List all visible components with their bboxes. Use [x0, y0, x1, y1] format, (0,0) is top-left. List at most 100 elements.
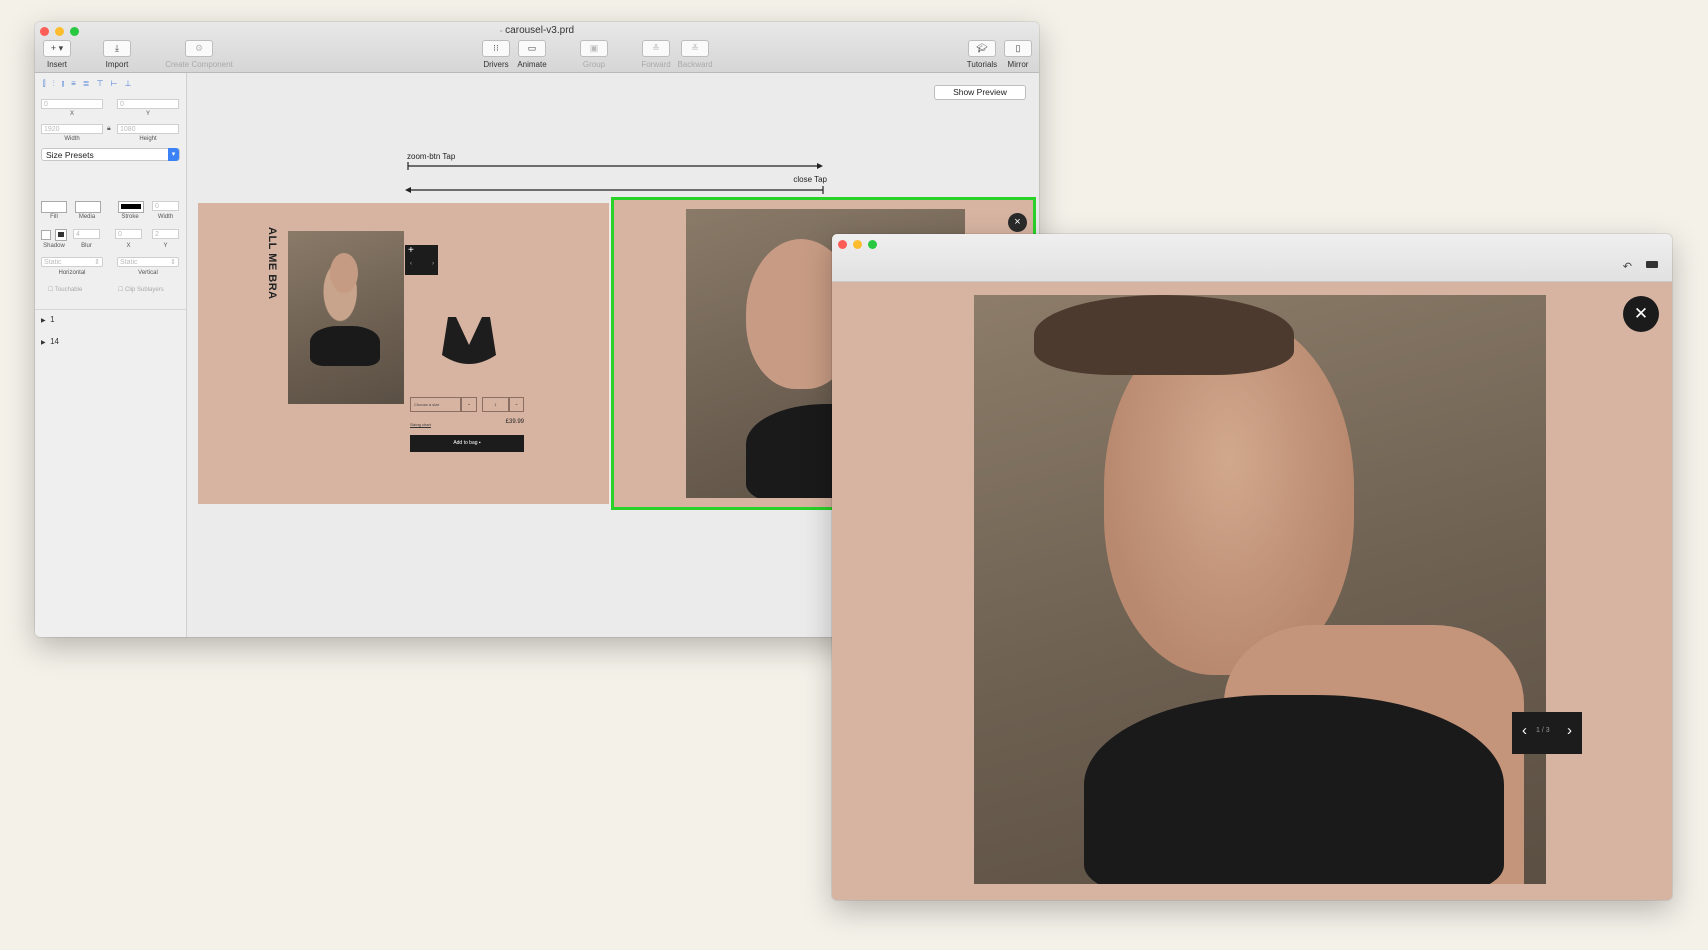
- y-field[interactable]: 0: [117, 99, 179, 109]
- align-vcenter-icon[interactable]: ⊢: [110, 79, 117, 89]
- horizontal-constraint-select[interactable]: Static ⇕: [41, 257, 103, 267]
- drivers-icon: ⁝⁝: [482, 40, 510, 57]
- price: £39.99: [505, 419, 524, 425]
- size-select[interactable]: Choose a size: [410, 397, 461, 412]
- import-icon: ⤓: [103, 40, 131, 57]
- chevron-left-icon[interactable]: ‹: [1522, 722, 1527, 739]
- clip-sublayers-checkbox[interactable]: ☐ Clip Sublayers: [118, 286, 164, 293]
- height-field[interactable]: 1080: [117, 124, 179, 134]
- x-field[interactable]: 0: [41, 99, 103, 109]
- shadow-x-field[interactable]: 0: [115, 229, 142, 239]
- preview-window: ↶ ✕ ‹ 1 / 3 ›: [832, 234, 1672, 900]
- shadow-x-label: X: [126, 243, 131, 249]
- blur-field[interactable]: 4: [73, 229, 100, 239]
- model-hair: [1034, 295, 1294, 375]
- zoom-window-button[interactable]: [868, 240, 877, 249]
- stroke-label: Stroke: [121, 214, 139, 220]
- back-transition-arrow[interactable]: [405, 185, 825, 195]
- align-toolbar: ⫿ ⫶ ⫾ ≡ ≣ ⊤ ⊢ ⊥: [43, 79, 178, 89]
- model-garment: [1084, 695, 1504, 884]
- close-button[interactable]: ✕: [1623, 296, 1659, 332]
- bag-icon: ▪: [478, 440, 481, 446]
- size-guide-link[interactable]: Sizing chart: [410, 422, 431, 427]
- title-bar: ▫ carousel-v3.prd + ▾ Insert ⤓ Import ⚙ …: [35, 22, 1039, 73]
- window-title: ▫ carousel-v3.prd: [499, 25, 575, 36]
- minimize-window-button[interactable]: [853, 240, 862, 249]
- width-field[interactable]: 1920: [41, 124, 103, 134]
- chevron-down-icon[interactable]: ⌄: [509, 397, 524, 412]
- document-icon: ▫: [499, 28, 503, 35]
- disclosure-triangle-icon[interactable]: ▶: [41, 318, 46, 324]
- lock-icon[interactable]: 🔒︎: [107, 125, 111, 133]
- product-heading: ALL ME BRA: [266, 227, 278, 300]
- artboard-product-page[interactable]: ALL ME BRA + ‹ › Choose a size ⌄ 1 ⌄ Siz…: [198, 203, 609, 504]
- animate-button[interactable]: ▭ Animate: [515, 40, 549, 69]
- stroke-swatch[interactable]: [118, 201, 144, 213]
- blur-label: Blur: [81, 243, 92, 249]
- disclosure-triangle-icon[interactable]: ▶: [41, 340, 46, 346]
- forward-button[interactable]: ≛ Forward: [639, 40, 673, 69]
- close-button[interactable]: ×: [1008, 213, 1027, 232]
- show-preview-button[interactable]: Show Preview: [934, 85, 1026, 100]
- chevron-right-icon: ›: [432, 261, 434, 267]
- stroke-width-label: Width: [157, 214, 174, 220]
- distribute-v-icon[interactable]: ≣: [83, 79, 90, 89]
- add-to-bag-button[interactable]: Add to bag ▪: [410, 435, 524, 452]
- stroke-width-field[interactable]: 0: [152, 201, 179, 211]
- drivers-button[interactable]: ⁝⁝ Drivers: [479, 40, 513, 69]
- shadow-label: Shadow: [43, 243, 65, 249]
- plus-icon: + ▾: [43, 40, 71, 57]
- chevron-down-icon[interactable]: ⌄: [461, 397, 477, 412]
- carousel-nav: ‹ 1 / 3 ›: [1512, 712, 1582, 754]
- group-button[interactable]: ▣ Group: [577, 40, 611, 69]
- forward-transition-label: zoom-btn Tap: [407, 152, 456, 161]
- backward-button[interactable]: ≚ Backward: [675, 40, 715, 69]
- bring-forward-icon: ≛: [642, 40, 670, 57]
- stepper-icon: ⇕: [170, 259, 176, 266]
- close-icon: ×: [1014, 216, 1021, 228]
- chevron-down-icon: ▾: [168, 148, 179, 161]
- shadow-color-swatch[interactable]: [55, 229, 67, 241]
- video-camera-icon[interactable]: [1646, 261, 1658, 268]
- chevron-right-icon[interactable]: ›: [1567, 722, 1572, 739]
- insert-button[interactable]: + ▾ Insert: [39, 40, 75, 69]
- close-window-button[interactable]: [838, 240, 847, 249]
- inspector-panel: ⫿ ⫶ ⫾ ≡ ≣ ⊤ ⊢ ⊥ 0 X 0 Y 1920 Width 🔒︎ 10…: [35, 73, 187, 637]
- model-garment: [310, 326, 380, 366]
- height-label: Height: [139, 136, 157, 142]
- import-button[interactable]: ⤓ Import: [99, 40, 135, 69]
- align-bottom-icon[interactable]: ⊥: [124, 79, 131, 89]
- layer-row[interactable]: ▶ 14: [41, 337, 59, 346]
- forward-transition-arrow[interactable]: [407, 161, 827, 171]
- create-component-button[interactable]: ⚙ Create Component: [159, 40, 239, 69]
- group-icon: ▣: [580, 40, 608, 57]
- touchable-checkbox[interactable]: ☐ Touchable: [48, 286, 82, 293]
- mirror-button[interactable]: ▯ Mirror: [1001, 40, 1035, 69]
- media-label: Media: [78, 214, 96, 220]
- quantity-field[interactable]: 1: [482, 397, 509, 412]
- shadow-checkbox[interactable]: [41, 230, 51, 240]
- align-right-icon[interactable]: ⫾: [62, 79, 65, 89]
- component-icon: ⚙: [185, 40, 213, 57]
- fill-swatch[interactable]: [41, 201, 67, 213]
- vertical-constraint-select[interactable]: Static ⇕: [117, 257, 179, 267]
- tutorials-button[interactable]: 🎓︎ Tutorials: [963, 40, 1001, 69]
- align-hcenter-icon[interactable]: ⫶: [53, 79, 55, 89]
- shadow-y-field[interactable]: 2: [152, 229, 179, 239]
- product-image-bra: [436, 311, 502, 377]
- x-label: X: [69, 111, 74, 117]
- media-swatch[interactable]: [75, 201, 101, 213]
- mirror-device-icon: ▯: [1004, 40, 1032, 57]
- layer-row[interactable]: ▶ 1: [41, 315, 55, 324]
- shadow-y-label: Y: [163, 243, 168, 249]
- stepper-icon: ⇕: [94, 259, 100, 266]
- preview-product-photo[interactable]: [974, 295, 1546, 884]
- plus-icon: +: [408, 245, 414, 256]
- close-icon: ✕: [1633, 304, 1649, 323]
- distribute-h-icon[interactable]: ≡: [71, 79, 76, 89]
- size-presets-select[interactable]: Size Presets ▾: [41, 148, 180, 161]
- undo-icon[interactable]: ↶: [1623, 260, 1632, 273]
- align-left-icon[interactable]: ⫿: [43, 79, 46, 89]
- zoom-button[interactable]: + ‹ ›: [405, 245, 438, 275]
- align-top-icon[interactable]: ⊤: [97, 79, 104, 89]
